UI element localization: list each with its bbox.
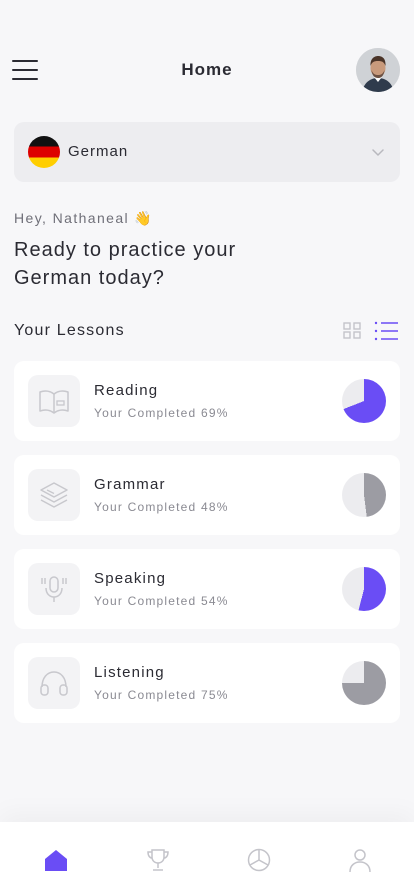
greeting-text: Hey, Nathaneal 👋 <box>14 210 154 226</box>
lesson-name: Speaking <box>94 570 167 587</box>
lesson-card-grammar[interactable]: Grammar Your Completed 48% <box>14 455 400 535</box>
grid-view-icon[interactable] <box>342 320 362 340</box>
progress-pie <box>342 661 386 705</box>
home-icon <box>45 850 67 871</box>
lesson-name: Grammar <box>94 476 166 493</box>
lesson-name: Reading <box>94 382 159 399</box>
app-header: Home <box>0 44 414 96</box>
avatar[interactable] <box>356 48 400 92</box>
profile-icon <box>349 849 371 873</box>
headline: Ready to practice your German today? <box>14 239 237 289</box>
germany-flag-icon <box>28 136 60 168</box>
lesson-progress-text: Your Completed 75% <box>94 688 229 702</box>
lesson-progress-text: Your Completed 54% <box>94 594 229 608</box>
stats-tab[interactable] <box>245 846 273 874</box>
lesson-card-listening[interactable]: Listening Your Completed 75% <box>14 643 400 723</box>
stats-icon <box>247 848 271 872</box>
language-select[interactable]: German <box>14 122 400 182</box>
profile-tab[interactable] <box>346 846 374 874</box>
lesson-card-reading[interactable]: Reading Your Completed 69% <box>14 361 400 441</box>
progress-pie <box>342 567 386 611</box>
language-label: German <box>68 143 129 160</box>
lesson-progress-text: Your Completed 69% <box>94 406 229 420</box>
headphones-icon <box>28 657 80 709</box>
trophy-tab[interactable] <box>144 846 172 874</box>
list-view-icon[interactable] <box>374 320 400 342</box>
view-toggle <box>342 320 400 342</box>
bottom-tab-bar <box>0 822 414 896</box>
stack-icon <box>28 469 80 521</box>
lesson-name: Listening <box>94 664 165 681</box>
home-tab[interactable] <box>42 846 70 874</box>
progress-pie <box>342 473 386 517</box>
progress-pie <box>342 379 386 423</box>
chevron-down-icon <box>372 149 384 156</box>
trophy-icon <box>147 849 169 871</box>
lesson-card-speaking[interactable]: Speaking Your Completed 54% <box>14 549 400 629</box>
section-title: Your Lessons <box>14 322 125 339</box>
lesson-progress-text: Your Completed 48% <box>94 500 229 514</box>
page-title: Home <box>181 60 233 79</box>
book-icon <box>28 375 80 427</box>
microphone-icon <box>28 563 80 615</box>
